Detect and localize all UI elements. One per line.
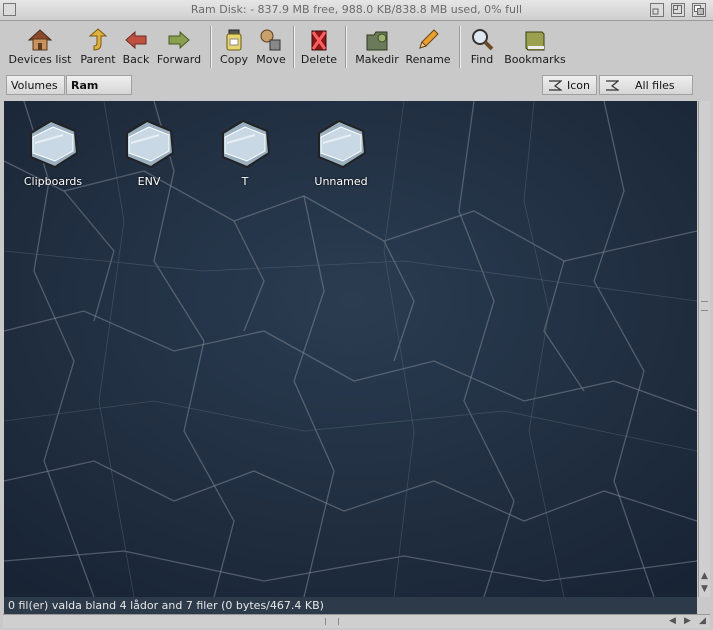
depth-button[interactable] [692, 3, 706, 17]
zoom-icon [673, 5, 682, 14]
folder-label: ENV [137, 175, 161, 188]
scrollbar-knob-grip[interactable] [325, 618, 339, 625]
breadcrumb-volumes[interactable]: Volumes [6, 75, 65, 95]
iconify-button[interactable] [650, 3, 664, 17]
makedir-button[interactable]: Makedir [353, 24, 401, 70]
delete-button[interactable]: Delete [299, 24, 339, 70]
scroll-down-arrow-icon[interactable]: ▼ [701, 584, 708, 594]
folder-icon [222, 119, 271, 169]
cycle-icon [549, 80, 562, 91]
zoom-button[interactable] [671, 3, 685, 17]
depth-icon [694, 5, 704, 15]
toolbar: Devices list Parent Back Forward Copy Mo… [3, 22, 710, 72]
breadcrumb-ram-disk[interactable]: Ram Disk: [66, 75, 132, 112]
parent-button[interactable]: Parent [77, 24, 119, 70]
forward-button[interactable]: Forward [154, 24, 204, 70]
parent-arrow-icon [88, 28, 108, 51]
folder-icon [318, 119, 367, 169]
path-bar: Volumes Ram Disk: Icon All files [3, 73, 710, 112]
scrollbar-knob-grip[interactable] [701, 301, 708, 311]
book-icon [525, 31, 545, 51]
house-icon [27, 29, 53, 51]
cycle-icon [606, 80, 619, 91]
rename-button[interactable]: Rename [403, 24, 453, 70]
folder-item[interactable]: ENV [104, 113, 194, 188]
toolbar-separator [345, 26, 347, 68]
scroll-left-arrow-icon[interactable]: ◀ [669, 616, 676, 626]
pencil-icon [419, 29, 439, 49]
folder-icon [30, 119, 79, 169]
move-button[interactable]: Move [253, 24, 289, 70]
scroll-up-arrow-icon[interactable]: ▲ [701, 571, 708, 581]
folder-item[interactable]: Unnamed [296, 113, 386, 188]
scroll-right-arrow-icon[interactable]: ▶ [684, 616, 691, 626]
back-button[interactable]: Back [121, 24, 151, 70]
filter-label: All files [635, 79, 675, 92]
copy-jar-icon [226, 29, 242, 51]
folder-label: T [241, 175, 249, 188]
folder-icon [126, 119, 175, 169]
vertical-scrollbar[interactable]: ▲ ▼ [698, 101, 710, 597]
makedir-icon [366, 31, 388, 51]
copy-button[interactable]: Copy [218, 24, 250, 70]
back-arrow-icon [125, 30, 147, 50]
bookmarks-button[interactable]: Bookmarks [503, 24, 567, 70]
size-gadget-icon[interactable]: ◢ [699, 616, 706, 626]
folder-item[interactable]: Clipboards [8, 113, 98, 188]
filter-button[interactable]: All files [599, 75, 693, 95]
window-title: Ram Disk: - 837.9 MB free, 988.0 KB/838.… [190, 3, 523, 16]
find-button[interactable]: Find [466, 24, 498, 70]
iconify-icon [652, 8, 659, 15]
view-mode-button[interactable]: Icon [542, 75, 597, 95]
magnifier-icon [472, 29, 494, 51]
forward-arrow-icon [168, 30, 190, 50]
folder-item[interactable]: T [200, 113, 290, 188]
view-mode-label: Icon [567, 79, 590, 92]
horizontal-scrollbar[interactable]: ◀ ▶ ◢ [3, 614, 710, 628]
toolbar-separator [210, 26, 212, 68]
folder-label: Clipboards [23, 175, 83, 188]
folder-label: Unnamed [314, 175, 368, 188]
delete-icon [311, 30, 327, 51]
status-bar: 0 fil(er) valda bland 4 lådor and 7 file… [4, 597, 697, 614]
toolbar-separator [459, 26, 461, 68]
file-icon-view[interactable]: Clipboards ENV T Unnamed [4, 101, 697, 597]
move-icon [260, 29, 281, 51]
title-bar[interactable]: Ram Disk: - 837.9 MB free, 988.0 KB/838.… [0, 0, 713, 21]
devices-list-button[interactable]: Devices list [7, 24, 73, 70]
toolbar-separator [293, 26, 295, 68]
